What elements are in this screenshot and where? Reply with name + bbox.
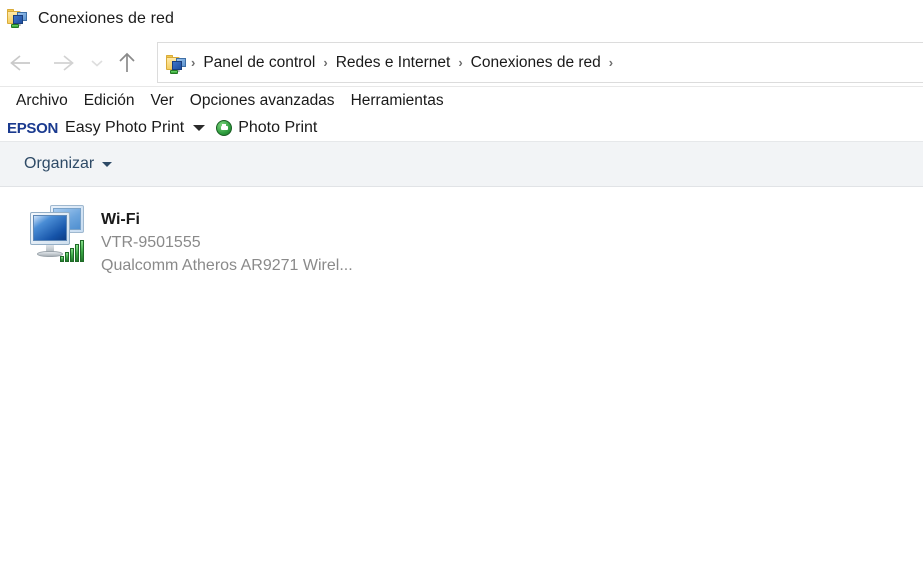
printer-circle-icon[interactable] (216, 120, 233, 136)
up-arrow-icon (119, 52, 135, 72)
breadcrumb-separator[interactable]: › (606, 56, 616, 69)
connection-network: VTR-9501555 (101, 234, 201, 252)
menu-item-herramientas[interactable]: Herramientas (343, 92, 452, 110)
connection-name: Wi-Fi (101, 211, 140, 228)
organize-button[interactable]: Organizar (24, 155, 113, 173)
chevron-down-icon (91, 59, 103, 67)
photo-print-label[interactable]: Photo Print (238, 119, 317, 137)
command-bar: Organizar (0, 141, 923, 187)
breadcrumb-item-conexiones-de-red[interactable]: Conexiones de red (466, 52, 606, 74)
navigation-buttons (0, 38, 144, 87)
back-arrow-icon (10, 54, 30, 71)
menu-bar: Archivo Edición Ver Opciones avanzadas H… (0, 87, 923, 115)
easy-photo-print-label[interactable]: Easy Photo Print (65, 119, 184, 137)
network-adapter-wireless-icon (27, 204, 93, 266)
connection-details: Wi-Fi VTR-9501555 Qualcomm Atheros AR927… (101, 204, 353, 278)
address-bar-divider (0, 86, 923, 87)
caret-down-icon[interactable] (193, 125, 206, 131)
connections-list: Wi-Fi VTR-9501555 Qualcomm Atheros AR927… (0, 187, 923, 568)
menu-item-archivo[interactable]: Archivo (8, 92, 76, 110)
breadcrumb-separator[interactable]: › (455, 56, 465, 69)
breadcrumb-separator[interactable]: › (320, 56, 330, 69)
address-bar[interactable]: › Panel de control › Redes e Internet › … (157, 42, 923, 83)
back-button[interactable] (0, 43, 42, 83)
epson-logo: EPSON (7, 119, 59, 137)
breadcrumb-separator[interactable]: › (188, 56, 198, 69)
list-item[interactable]: Wi-Fi VTR-9501555 Qualcomm Atheros AR927… (0, 200, 923, 282)
up-button[interactable] (110, 43, 144, 83)
forward-arrow-icon (54, 54, 74, 71)
menu-item-ver[interactable]: Ver (143, 92, 182, 110)
window-title: Conexiones de red (38, 10, 175, 27)
organize-label: Organizar (24, 155, 95, 172)
address-bar-icon (166, 54, 186, 74)
title-bar: Conexiones de red (0, 0, 923, 38)
caret-down-icon (102, 161, 113, 167)
window-icon (7, 8, 29, 30)
address-bar-container: › Panel de control › Redes e Internet › … (0, 38, 923, 87)
breadcrumb-item-panel-de-control[interactable]: Panel de control (198, 52, 320, 74)
menu-item-opciones-avanzadas[interactable]: Opciones avanzadas (182, 92, 343, 110)
connection-adapter: Qualcomm Atheros AR9271 Wirel... (101, 257, 353, 275)
epson-toolbar: EPSON Easy Photo Print Photo Print (0, 115, 923, 141)
menu-item-edicion[interactable]: Edición (76, 92, 143, 110)
breadcrumb-item-redes-e-internet[interactable]: Redes e Internet (331, 52, 456, 74)
forward-button[interactable] (42, 43, 84, 83)
recent-locations-button[interactable] (84, 43, 110, 83)
